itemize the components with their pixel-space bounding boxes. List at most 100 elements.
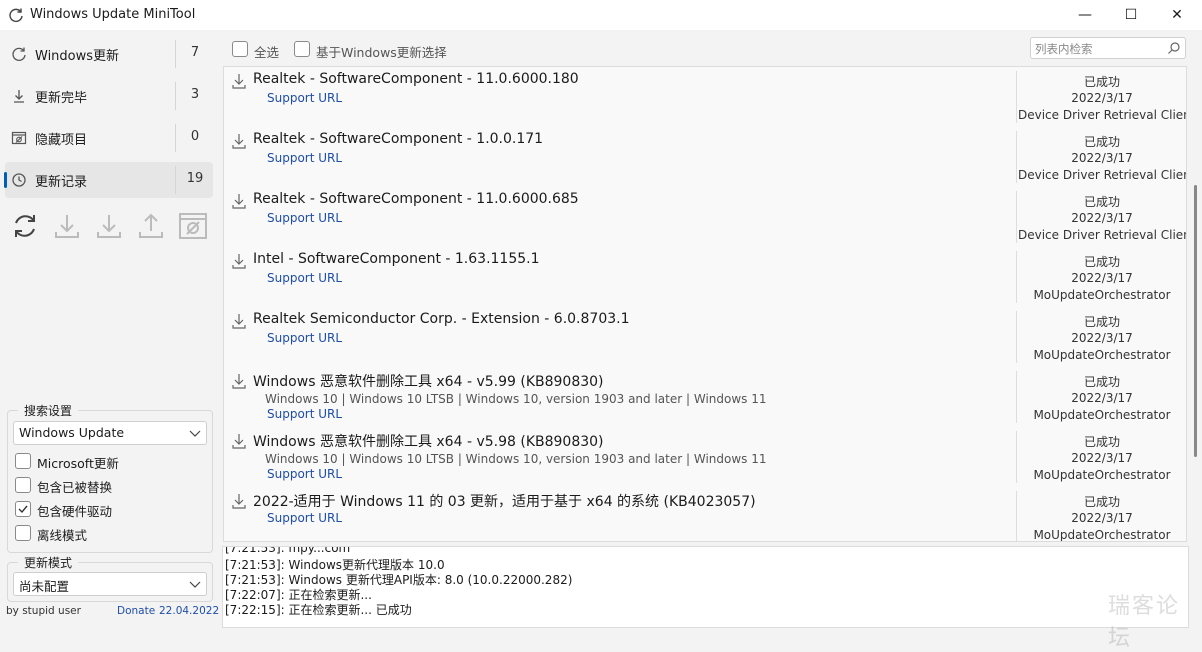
update-date: 2022/3/17 [1071, 271, 1133, 285]
hide-button[interactable] [175, 208, 211, 244]
download-icon [232, 434, 246, 449]
support-url-link[interactable]: Support URL [267, 151, 342, 165]
list-item[interactable]: 2022-适用于 Windows 11 的 03 更新，适用于基于 x64 的系… [224, 487, 1186, 541]
author-label: by stupid user [6, 605, 81, 617]
download-icon [232, 74, 246, 89]
chevron-down-icon [189, 430, 201, 437]
include-superseded-checkbox[interactable]: 包含已被替换 [15, 476, 205, 495]
download-icon [232, 194, 246, 209]
update-status: 已成功 [1083, 135, 1120, 149]
support-url-link[interactable]: Support URL [267, 511, 342, 525]
update-source: MoUpdateOrchestrator [1033, 288, 1171, 302]
donate-link[interactable]: Donate [117, 605, 155, 617]
download-icon [232, 494, 246, 509]
support-url-link[interactable]: Support URL [267, 271, 342, 285]
search-icon [1168, 42, 1180, 54]
checkbox-box [15, 501, 31, 517]
refresh-icon [15, 215, 35, 237]
update-name: Realtek - SoftwareComponent - 11.0.6000.… [253, 71, 579, 87]
microsoft-update-checkbox[interactable]: Microsoft更新 [15, 452, 205, 471]
divider [1016, 71, 1017, 123]
update-status: 已成功 [1083, 375, 1120, 389]
log-line: [7:21:53]: mpy...com [225, 546, 351, 555]
minimize-button[interactable]: — [1062, 0, 1108, 30]
refresh-icon [12, 47, 26, 61]
list-item[interactable]: Realtek - SoftwareComponent - 11.0.6000.… [224, 187, 1186, 248]
include-drivers-checkbox[interactable]: 包含硬件驱动 [15, 500, 205, 519]
list-item[interactable]: Realtek Semiconductor Corp. - Extension … [224, 307, 1186, 368]
update-date: 2022/3/17 [1071, 91, 1133, 105]
upload-icon [139, 213, 163, 238]
update-name: Windows 恶意软件删除工具 x64 - v5.99 (KB890830) [253, 374, 604, 390]
scrollbar-thumb[interactable] [1194, 185, 1197, 457]
support-url-link[interactable]: Support URL [267, 467, 342, 481]
checkbox-label: 全选 [254, 45, 280, 60]
update-date: 2022/3/17 [1071, 451, 1133, 465]
window-title: Windows Update MiniTool [30, 7, 196, 22]
list-item[interactable]: Realtek - SoftwareComponent - 1.0.0.171 … [224, 127, 1186, 188]
update-history-list: Realtek - SoftwareComponent - 11.0.6000.… [223, 66, 1187, 542]
download-icon [232, 314, 246, 329]
list-item[interactable]: Intel - SoftwareComponent - 1.63.1155.1 … [224, 247, 1186, 308]
search-settings-title: 搜索设置 [18, 402, 79, 419]
support-url-link[interactable]: Support URL [267, 407, 342, 421]
maximize-button[interactable]: ☐ [1108, 0, 1154, 30]
update-name: Windows 恶意软件删除工具 x64 - v5.98 (KB890830) [253, 434, 604, 450]
sidebar-item-count: 7 [190, 45, 200, 60]
version-date: 22.04.2022 [159, 605, 220, 617]
sidebar-item-windows-update[interactable]: Windows更新 7 [5, 36, 213, 72]
offline-mode-checkbox[interactable]: 离线模式 [15, 524, 205, 543]
update-mode-select[interactable]: 尚未配置 [13, 572, 207, 596]
checkbox-label: 离线模式 [37, 528, 88, 543]
update-source: MoUpdateOrchestrator [1033, 348, 1171, 362]
checkbox-box [15, 525, 31, 541]
update-status: 已成功 [1083, 75, 1120, 89]
divider [175, 82, 176, 110]
title-bar: Windows Update MiniTool — ☐ ✕ [0, 0, 1202, 30]
divider [1016, 311, 1017, 363]
update-source: Device Driver Retrieval Client [1018, 108, 1186, 122]
log-line: [7:22:15]: 正在检索更新... 已成功 [225, 603, 412, 617]
update-description: Windows 10 | Windows 10 LTSB | Windows 1… [265, 392, 767, 406]
divider [1016, 491, 1017, 541]
download-icon [232, 374, 246, 389]
list-item[interactable]: Windows 恶意软件删除工具 x64 - v5.99 (KB890830) … [224, 367, 1186, 428]
hide-icon [179, 213, 207, 239]
support-url-link[interactable]: Support URL [267, 331, 342, 345]
update-source-select[interactable]: Windows Update [13, 421, 207, 445]
update-status: 已成功 [1083, 255, 1120, 269]
list-item[interactable]: Realtek - SoftwareComponent - 11.0.6000.… [224, 67, 1186, 128]
install-button[interactable] [91, 208, 127, 244]
uninstall-button[interactable] [133, 208, 169, 244]
sidebar-item-hidden[interactable]: 隐藏项目 0 [5, 120, 213, 156]
support-url-link[interactable]: Support URL [267, 211, 342, 225]
close-button[interactable]: ✕ [1154, 0, 1200, 30]
divider [175, 40, 176, 68]
list-search-input[interactable]: 列表内检索 [1030, 37, 1186, 59]
sidebar-item-history[interactable]: 更新记录 19 [4, 162, 213, 198]
checkbox-box [294, 41, 310, 57]
update-date: 2022/3/17 [1071, 151, 1133, 165]
divider [1016, 251, 1017, 303]
update-status: 已成功 [1083, 315, 1120, 329]
update-mode-title: 更新模式 [18, 554, 79, 571]
sidebar-item-label: 隐藏项目 [35, 133, 88, 148]
update-date: 2022/3/17 [1071, 331, 1133, 345]
checkbox-box [15, 477, 31, 493]
update-status: 已成功 [1083, 195, 1120, 209]
list-header-bar: 全选 基于Windows更新选择 列表内检索 [222, 30, 1202, 66]
download-icon [14, 90, 24, 103]
update-source-value: Windows Update [19, 425, 125, 440]
list-item[interactable]: Windows 恶意软件删除工具 x64 - v5.98 (KB890830) … [224, 427, 1186, 488]
checkbox-label: 基于Windows更新选择 [316, 45, 447, 60]
download-button[interactable] [49, 208, 85, 244]
refresh-button[interactable] [7, 208, 43, 244]
divider [175, 124, 176, 152]
update-date: 2022/3/17 [1071, 511, 1133, 525]
watermark: 瑞客论坛 [1108, 594, 1181, 651]
update-source: MoUpdateOrchestrator [1033, 468, 1171, 482]
checkbox-box [232, 41, 248, 57]
support-url-link[interactable]: Support URL [267, 91, 342, 105]
update-mode-value: 尚未配置 [19, 579, 70, 594]
sidebar-item-completed[interactable]: 更新完毕 3 [5, 78, 213, 114]
